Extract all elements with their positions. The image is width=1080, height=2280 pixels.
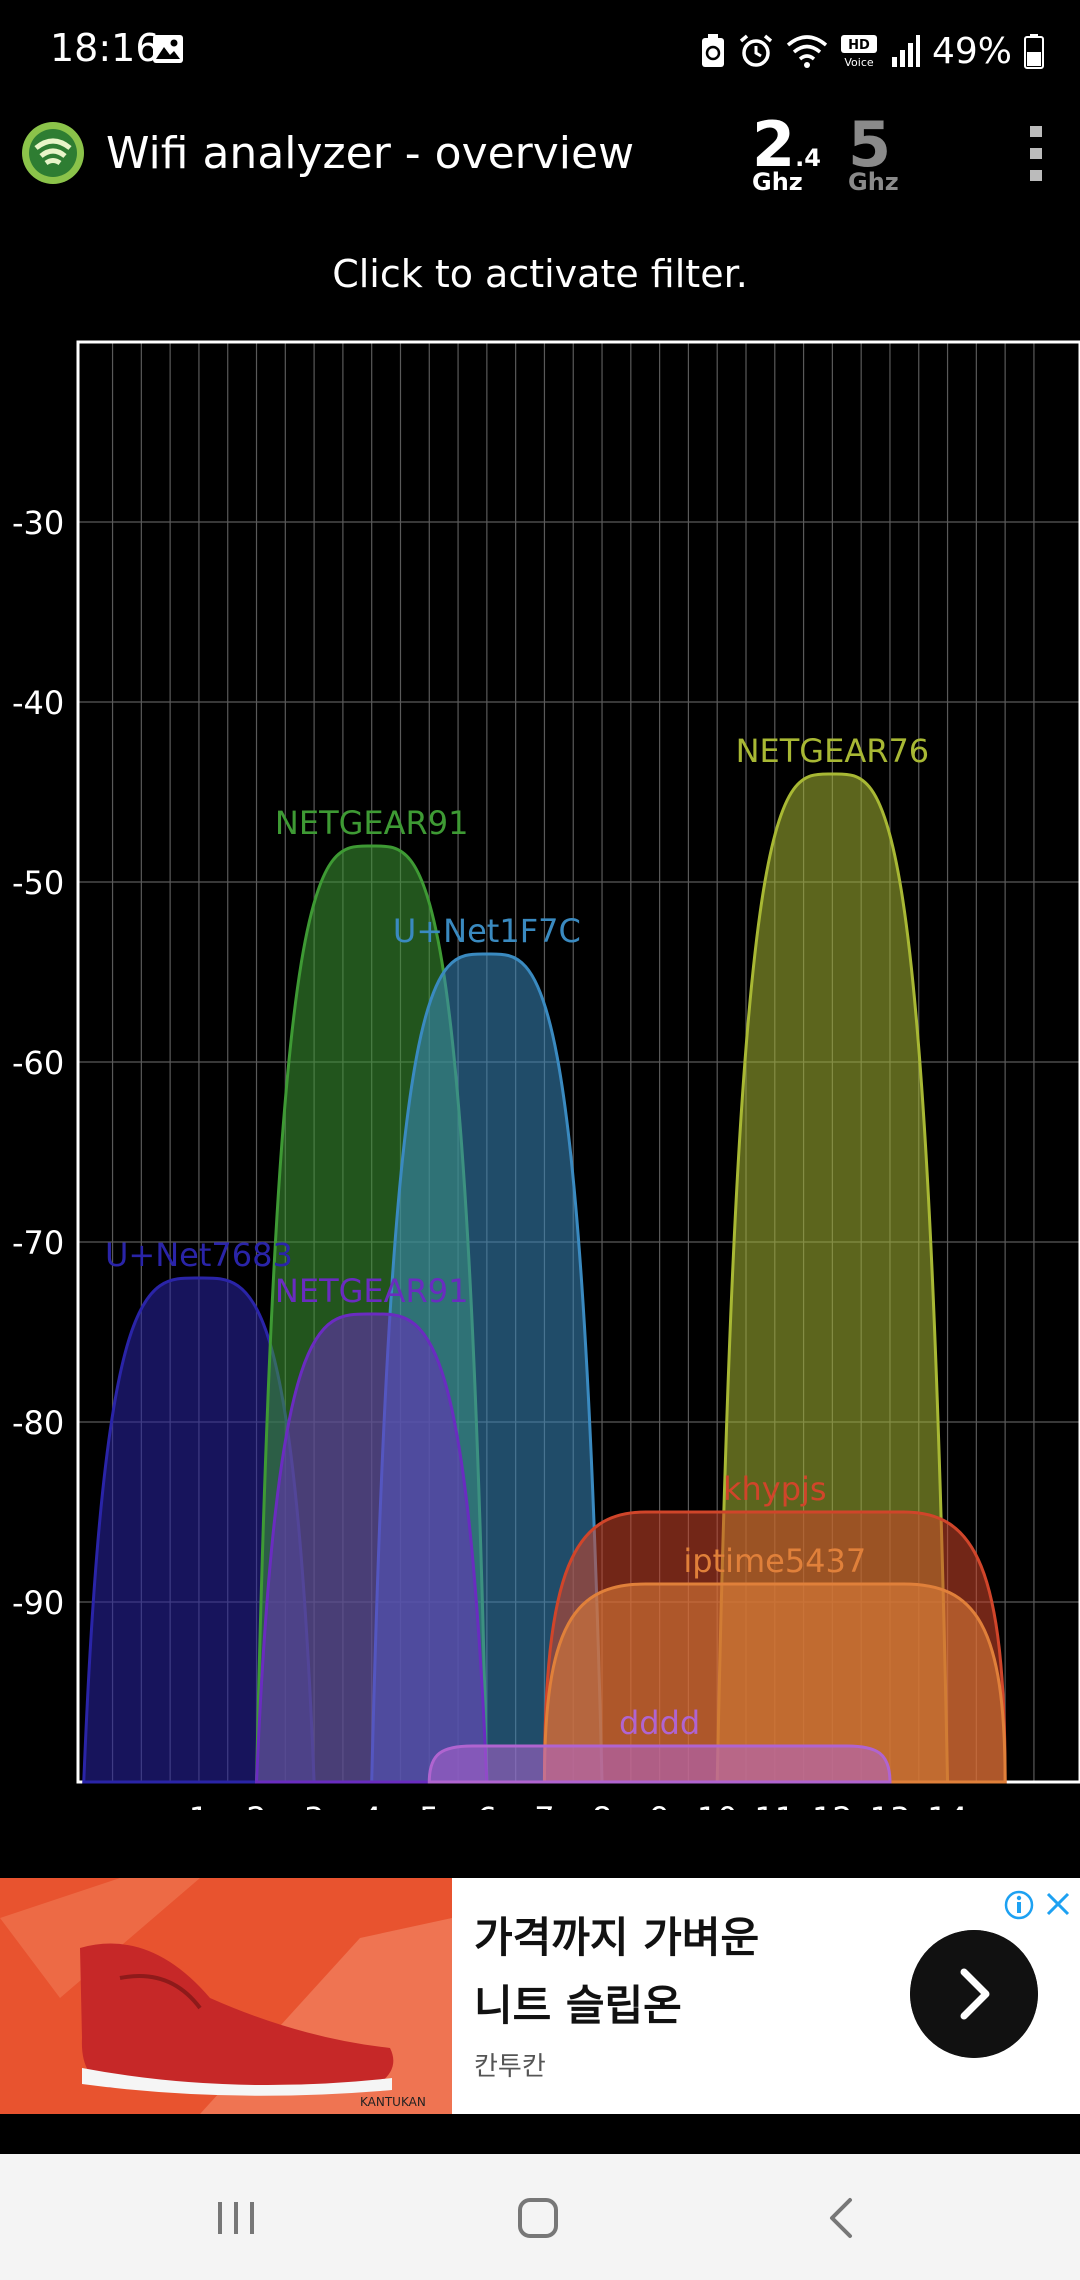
ad-open-chevron-icon[interactable] [910, 1930, 1038, 2058]
battery-saver-icon [701, 34, 724, 67]
band-5ghz-button[interactable]: 5 Ghz [848, 114, 899, 196]
status-time: 18:16 [50, 26, 160, 70]
x-tick-label: 3 [304, 1800, 324, 1810]
network-label: NETGEAR91 [275, 804, 469, 842]
network-label: khypjs [723, 1470, 827, 1508]
status-bar: 18:16 HD Voice 49% [0, 0, 1080, 100]
ad-close-icon[interactable] [1044, 1890, 1072, 1918]
svg-text:HD: HD [848, 38, 870, 53]
battery-percent: 49% [931, 30, 1012, 72]
x-tick-label: 4 [362, 1800, 382, 1810]
x-tick-label: 7 [534, 1800, 554, 1810]
band-5-unit: Ghz [848, 168, 899, 196]
x-tick-label: 13 [870, 1800, 911, 1810]
ad-banner[interactable]: KANTUKAN 가격까지 가벼운 니트 슬립온 칸투칸 [0, 1878, 1080, 2114]
navigation-bar [0, 2154, 1080, 2280]
ad-shoe-image: KANTUKAN [0, 1878, 452, 2114]
ad-title-line1: 가격까지 가벼운 [474, 1913, 760, 1962]
network-label: U+Net7683 [105, 1236, 293, 1274]
x-tick-label: 1 [189, 1800, 209, 1810]
y-tick-label: -80 [12, 1404, 64, 1442]
network-label: NETGEAR91 [275, 1272, 469, 1310]
y-tick-label: -90 [12, 1584, 64, 1622]
y-tick-label: -70 [12, 1224, 64, 1262]
battery-icon [1024, 34, 1044, 69]
ad-info-icon[interactable] [1004, 1890, 1034, 1920]
back-icon[interactable] [812, 2188, 872, 2248]
band-24-unit: Ghz [752, 168, 803, 196]
band-24ghz-button[interactable]: 2.4 Ghz [752, 114, 821, 196]
ad-image-brand: KANTUKAN [360, 2095, 426, 2109]
network-label: iptime5437 [683, 1542, 866, 1580]
status-icons: HD Voice 49% [700, 26, 1044, 76]
more-options-icon[interactable] [1028, 124, 1044, 184]
app-title: Wifi analyzer - overview [106, 128, 635, 179]
x-tick-label: 10 [697, 1800, 738, 1810]
recent-apps-icon[interactable] [206, 2188, 266, 2248]
wifi-analyzer-logo-icon [22, 122, 84, 184]
hd-voice-icon: HD Voice [840, 35, 877, 69]
x-tick-label: 8 [592, 1800, 612, 1810]
x-tick-label: 9 [649, 1800, 669, 1810]
ad-title-line2: 니트 슬립온 [474, 1981, 682, 2030]
x-tick-label: 14 [927, 1800, 968, 1810]
alarm-icon [739, 34, 773, 67]
x-tick-label: 5 [419, 1800, 439, 1810]
network-label: dddd [619, 1704, 700, 1742]
ad-title[interactable]: 가격까지 가벼운 니트 슬립온 [474, 1904, 854, 2040]
x-tick-label: 6 [477, 1800, 497, 1810]
y-tick-label: -60 [12, 1044, 64, 1082]
home-icon[interactable] [508, 2188, 568, 2248]
network-curve [427, 1744, 892, 1784]
app-bar: Wifi analyzer - overview 2.4 Ghz 5 Ghz [0, 110, 1080, 250]
y-tick-label: -50 [12, 864, 64, 902]
ad-brand: 칸투칸 [474, 2052, 546, 2082]
svg-text:Voice: Voice [844, 56, 874, 69]
network-label: U+Net1F7C [393, 912, 581, 950]
x-tick-label: 12 [812, 1800, 853, 1810]
wifi-icon [786, 35, 828, 68]
signal-icon [891, 35, 920, 67]
image-icon [153, 35, 183, 63]
network-label: NETGEAR76 [736, 732, 930, 770]
channel-graph[interactable]: -30-40-50-60-70-80-901234567891011121314… [0, 330, 1080, 1810]
x-tick-label: 11 [754, 1800, 795, 1810]
x-tick-label: 2 [246, 1800, 266, 1810]
filter-hint[interactable]: Click to activate filter. [0, 252, 1080, 296]
y-tick-label: -30 [12, 504, 64, 542]
y-tick-label: -40 [12, 684, 64, 722]
